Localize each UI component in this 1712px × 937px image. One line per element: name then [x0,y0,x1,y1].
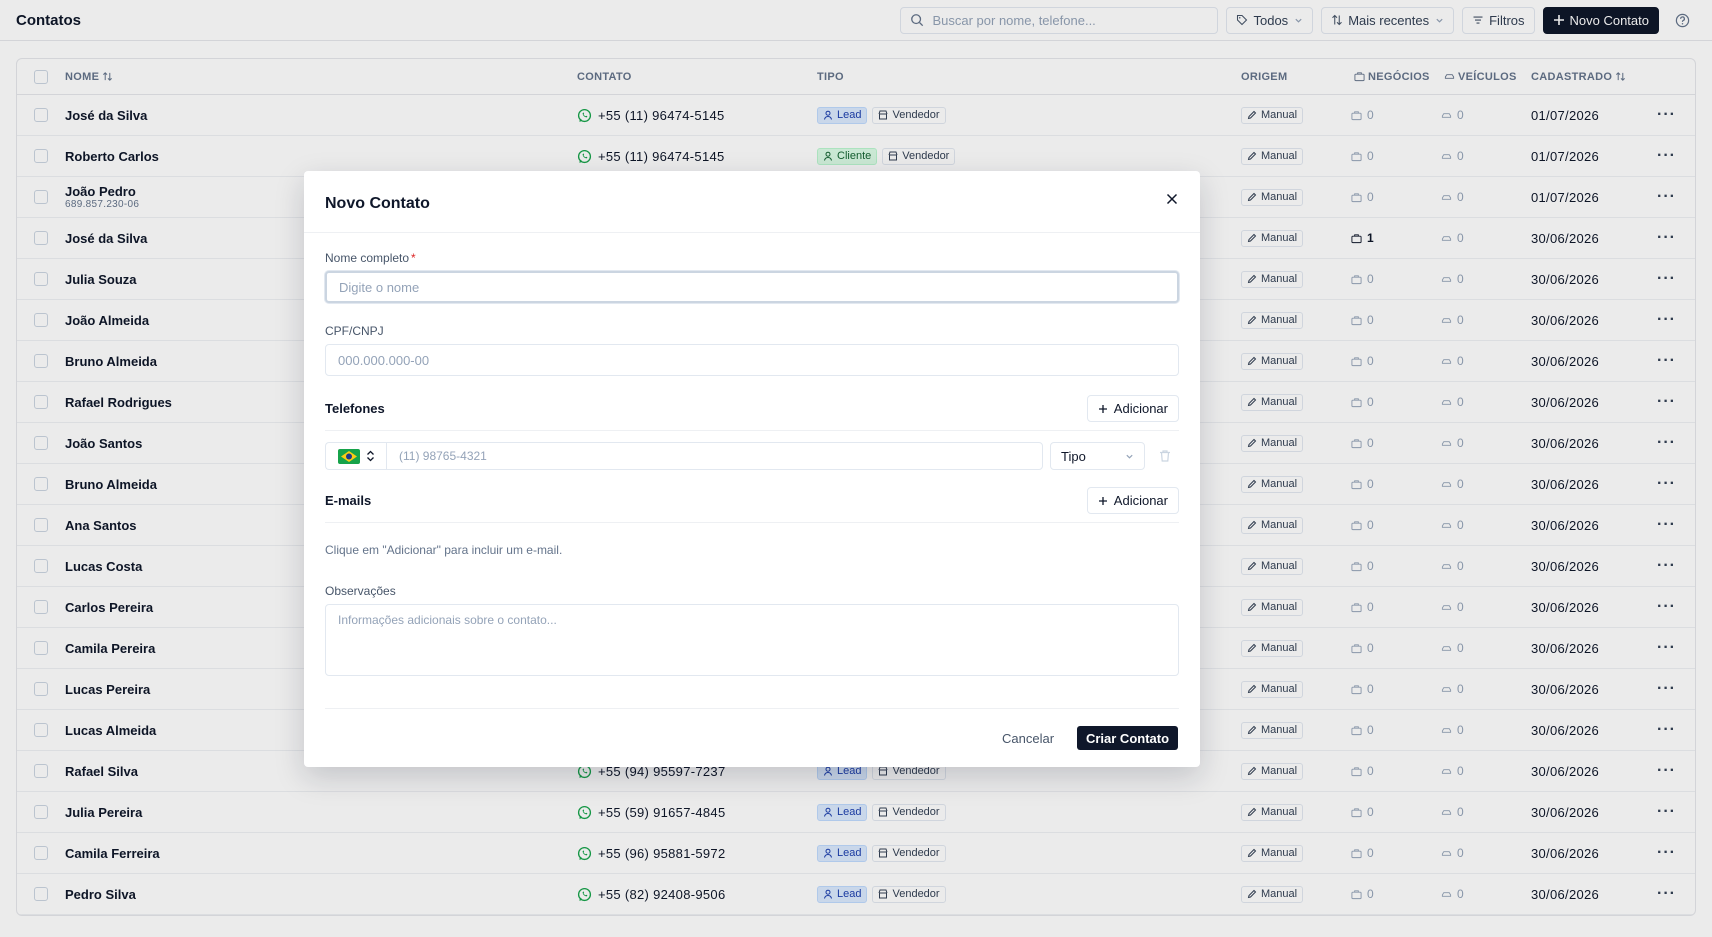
modal-title: Novo Contato [325,194,430,212]
plus-icon [1098,404,1107,413]
modal-header: Novo Contato [304,171,1200,233]
add-phone-button[interactable]: Adicionar [1086,395,1179,422]
plus-icon [1098,496,1107,505]
emails-section: E-mails Adicionar [325,487,1179,514]
emails-title: E-mails [325,493,372,508]
divider [325,430,1179,431]
nome-label: Nome completo * [325,251,416,265]
cpf-label: CPF/CNPJ [325,324,384,338]
add-email-label: Adicionar [1113,493,1168,508]
obs-label: Observações [325,584,396,598]
emails-hint: Clique em "Adicionar" para incluir um e-… [325,543,563,557]
add-phone-label: Adicionar [1113,401,1168,416]
brazil-flag-icon [337,448,360,464]
phone-input[interactable] [386,442,1043,470]
telefones-title: Telefones [325,401,385,416]
cpf-input[interactable] [325,344,1179,376]
country-code-select[interactable] [325,442,386,470]
divider [325,522,1179,523]
obs-textarea[interactable] [325,604,1179,676]
add-email-button[interactable]: Adicionar [1086,487,1179,514]
create-contact-button[interactable]: Criar Contato [1077,726,1178,750]
nome-input[interactable] [325,271,1179,303]
modal-footer-divider [325,708,1179,709]
chevron-down-icon [1126,454,1133,459]
close-icon[interactable] [1164,191,1180,207]
new-contact-modal: Novo Contato Nome completo* CPF/CNPJ Tel… [304,171,1200,767]
phone-type-label: Tipo [1061,448,1086,464]
modal-body: Nome completo* CPF/CNPJ Telefones Adicio… [304,251,1200,676]
telefones-section: Telefones Adicionar [325,395,1179,422]
chevron-up-down-icon [366,450,374,462]
trash-icon[interactable] [1158,449,1172,463]
phone-row: Tipo [325,442,1179,470]
phone-type-select[interactable]: Tipo [1050,442,1145,470]
cancel-button[interactable]: Cancelar [1002,726,1054,750]
required-asterisk: * [411,251,416,265]
